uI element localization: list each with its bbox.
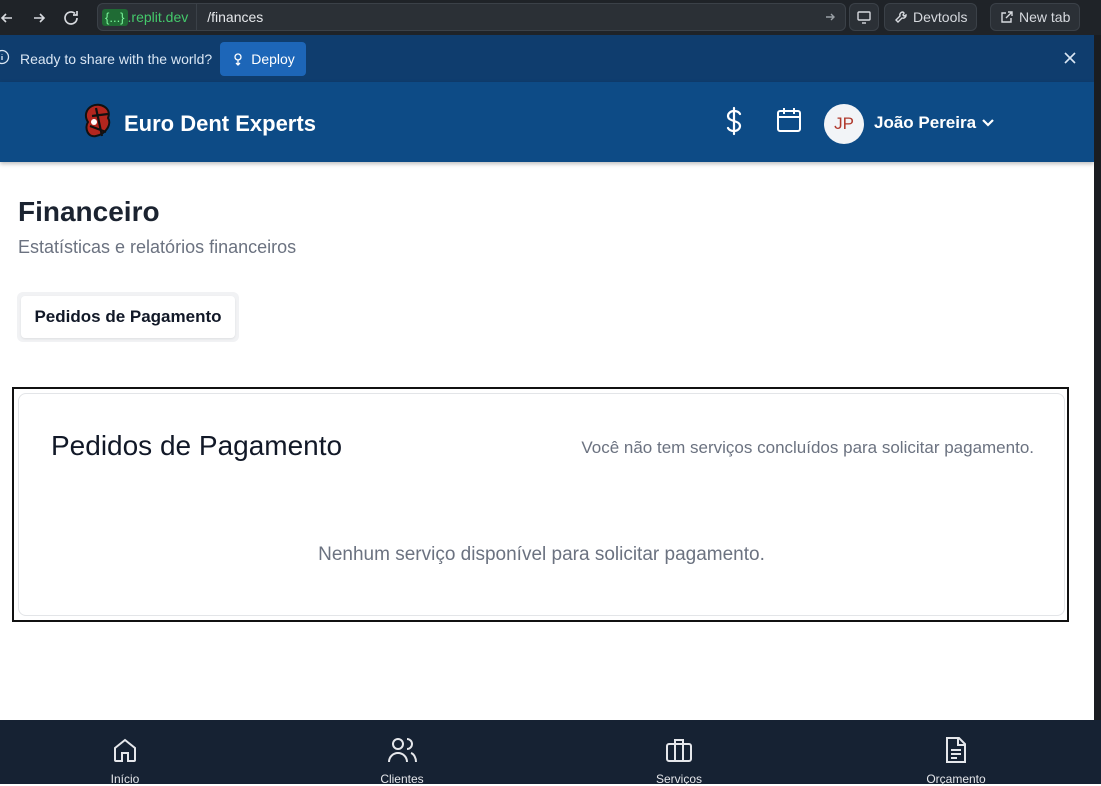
page-subtitle: Estatísticas e relatórios financeiros: [18, 237, 297, 257]
deploy-label: Deploy: [251, 50, 295, 67]
app-header: Euro Dent Experts JP João Pereira: [0, 82, 1094, 162]
forward-button[interactable]: [28, 7, 50, 29]
back-button[interactable]: [0, 7, 18, 29]
url-badge: {...}: [102, 8, 128, 26]
monitor-icon: [857, 11, 871, 24]
dollar-icon[interactable]: [722, 106, 746, 141]
brand[interactable]: Euro Dent Experts: [82, 102, 316, 145]
payment-requests-panel: Pedidos de Pagamento Você não tem serviç…: [12, 387, 1069, 622]
reload-button[interactable]: [60, 7, 82, 29]
briefcase-icon: [666, 739, 692, 762]
new-tab-button[interactable]: New tab: [990, 3, 1081, 31]
nav-item-budget[interactable]: Orçamento: [896, 736, 1016, 786]
empty-state-message: Nenhum serviço disponível para solicitar…: [318, 544, 765, 565]
card-note: Você não tem serviços concluídos para so…: [581, 438, 1034, 457]
page-title: Financeiro: [18, 196, 160, 227]
forward-arrow-icon: [34, 12, 46, 23]
nav-item-services[interactable]: Serviços: [619, 736, 739, 786]
screen-toggle-button[interactable]: [849, 3, 879, 31]
home-icon: [114, 738, 136, 762]
avatar[interactable]: JP: [824, 104, 864, 144]
nav-item-home[interactable]: Início: [65, 736, 185, 786]
users-icon: [388, 738, 417, 763]
url-domain-text: .replit.dev: [127, 9, 189, 25]
wrench-icon: [895, 11, 907, 23]
logo-icon: [82, 102, 116, 145]
reload-icon: [64, 10, 78, 25]
calendar-icon[interactable]: [776, 106, 802, 139]
address-bar[interactable]: {...} .replit.dev /finances: [97, 3, 846, 31]
new-tab-label: New tab: [1019, 9, 1071, 25]
external-link-icon: [1001, 11, 1013, 23]
back-arrow-icon: [0, 12, 12, 23]
banner-text: Ready to share with the world?: [20, 50, 213, 67]
close-icon[interactable]: [1062, 50, 1078, 69]
deploy-icon: [234, 52, 242, 66]
tab-payment-requests[interactable]: Pedidos de Pagamento: [21, 296, 235, 338]
document-icon: [946, 737, 966, 763]
info-icon: [0, 49, 10, 68]
tab-list: Pedidos de Pagamento: [17, 292, 239, 342]
card-title: Pedidos de Pagamento: [51, 430, 343, 461]
nav-item-clients[interactable]: Clientes: [342, 736, 462, 786]
scrollbar-track[interactable]: [1094, 35, 1101, 720]
devtools-label: Devtools: [913, 9, 968, 25]
user-name[interactable]: João Pereira: [874, 113, 976, 133]
deploy-button[interactable]: Deploy: [220, 41, 306, 76]
deploy-banner: Ready to share with the world? Deploy: [0, 35, 1094, 82]
go-arrow-icon[interactable]: [819, 11, 841, 23]
browser-toolbar: {...} .replit.dev /finances Devtools New…: [0, 0, 1101, 35]
url-domain: {...} .replit.dev: [98, 4, 198, 30]
devtools-button[interactable]: Devtools: [884, 3, 978, 31]
brand-title: Euro Dent Experts: [124, 110, 316, 136]
url-path: /finances: [207, 9, 264, 25]
chevron-down-icon[interactable]: [980, 116, 996, 134]
payment-requests-card: Pedidos de Pagamento Você não tem serviç…: [18, 393, 1065, 616]
bottom-navigation: Início Clientes Serviços Orçamento: [0, 720, 1101, 786]
